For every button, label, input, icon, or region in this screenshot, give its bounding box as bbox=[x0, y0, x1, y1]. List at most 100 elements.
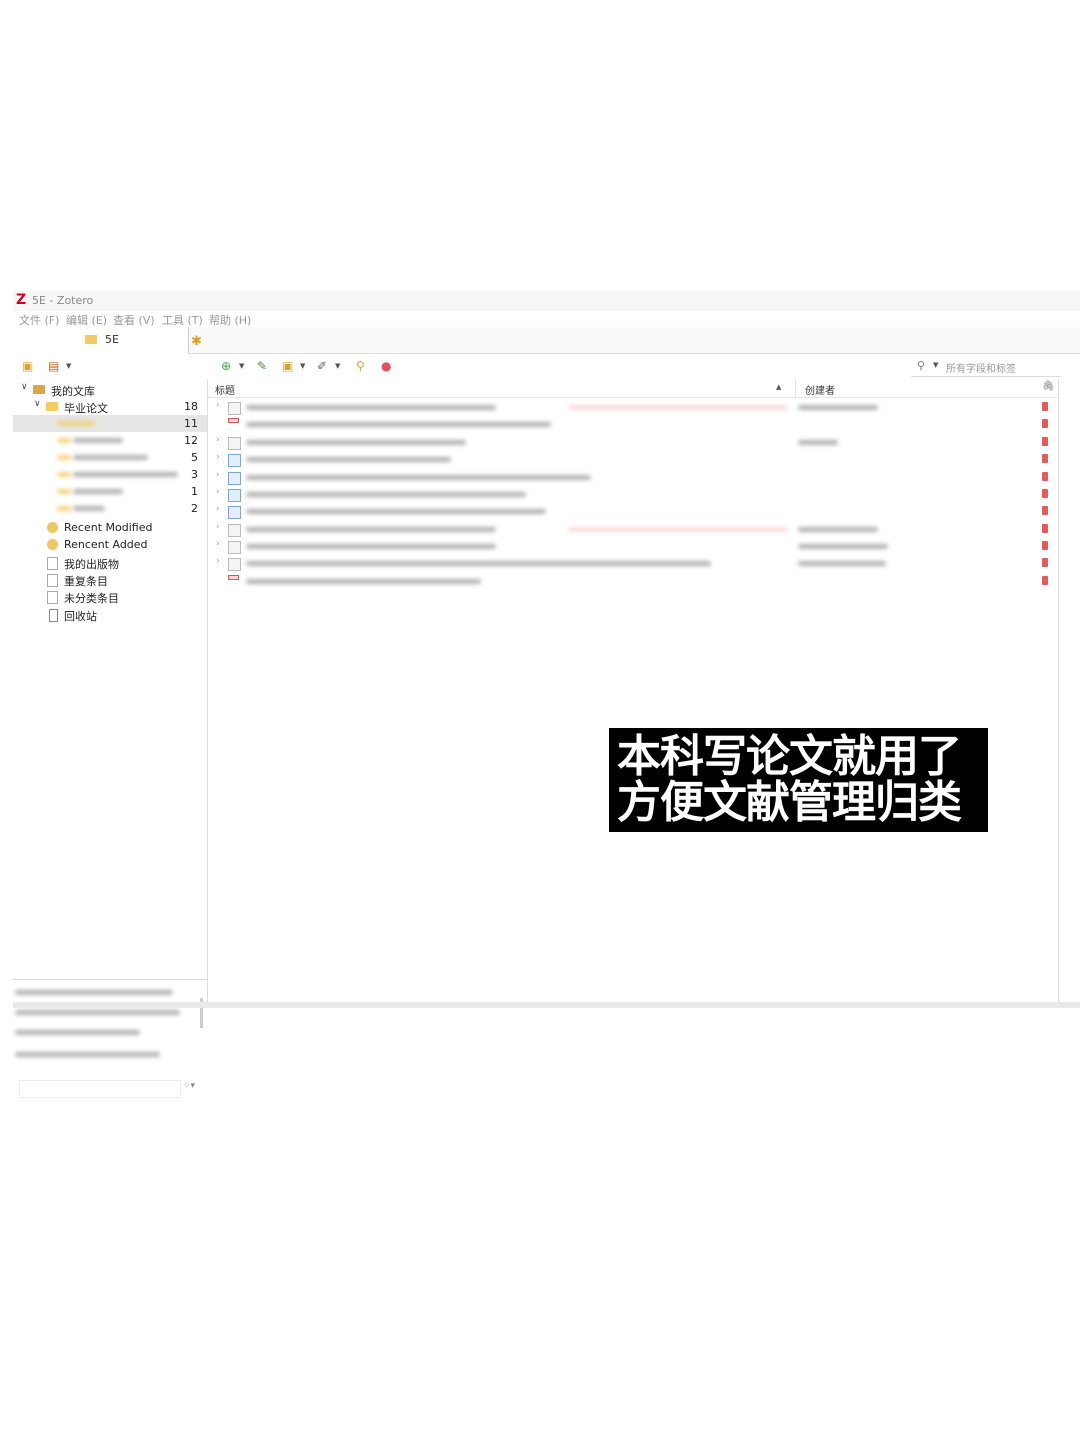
collections-pane: ∨ 我的文库 ∨ 毕业论文 18 11 12 5 3 1 2 Recent Mo… bbox=[13, 379, 208, 1098]
tree-item-label: 未分类条目 bbox=[64, 592, 119, 605]
item-count: 2 bbox=[191, 502, 198, 515]
chevron-down-icon[interactable]: ▼ bbox=[933, 361, 938, 369]
tree-item-my-publications[interactable]: 我的出版物 bbox=[13, 554, 207, 571]
document-icon bbox=[47, 557, 58, 570]
tag-actions-icon[interactable]: ⁘▾ bbox=[183, 1081, 195, 1091]
tag[interactable] bbox=[15, 990, 173, 995]
add-by-identifier-icon[interactable]: ✎ bbox=[257, 360, 267, 372]
pdf-icon[interactable] bbox=[1042, 541, 1048, 550]
item-type-icon bbox=[228, 506, 241, 519]
tree-item-recent-modified[interactable]: Recent Modified bbox=[13, 519, 207, 536]
menu-tools[interactable]: 工具 (T) bbox=[162, 312, 203, 328]
item-type-icon bbox=[228, 454, 241, 467]
menu-edit[interactable]: 编辑 (E) bbox=[66, 312, 107, 328]
tree-item-subcollection[interactable]: 12 bbox=[13, 432, 207, 449]
item-type-icon bbox=[228, 418, 239, 423]
tag[interactable] bbox=[15, 1030, 140, 1035]
item-title bbox=[246, 527, 496, 532]
table-row[interactable] bbox=[208, 573, 1058, 590]
pdf-icon[interactable] bbox=[1042, 558, 1048, 567]
chevron-right-icon[interactable]: › bbox=[216, 556, 220, 566]
pdf-icon[interactable] bbox=[1042, 524, 1048, 533]
tree-item-label: Recent Modified bbox=[64, 521, 153, 534]
chevron-right-icon[interactable]: › bbox=[216, 452, 220, 462]
column-divider[interactable] bbox=[795, 379, 796, 397]
table-row[interactable]: › bbox=[208, 503, 1058, 520]
search-box[interactable]: ⚲ ▼ 所有字段和标签 bbox=[911, 356, 1061, 377]
pane-divider[interactable] bbox=[1058, 379, 1059, 1003]
table-row[interactable]: › bbox=[208, 434, 1058, 451]
pdf-icon[interactable] bbox=[1042, 472, 1048, 481]
table-row[interactable]: › bbox=[208, 451, 1058, 468]
new-library-icon[interactable]: ▤ bbox=[48, 360, 59, 372]
tree-item-subcollection[interactable]: 3 bbox=[13, 466, 207, 483]
pdf-icon[interactable] bbox=[1042, 506, 1048, 515]
pdf-icon[interactable] bbox=[1042, 576, 1048, 585]
tag[interactable] bbox=[15, 1010, 180, 1015]
chevron-right-icon[interactable]: › bbox=[216, 504, 220, 514]
pdf-icon[interactable] bbox=[1042, 489, 1048, 498]
tag[interactable] bbox=[15, 1052, 160, 1057]
column-title[interactable]: 标题 bbox=[215, 382, 235, 397]
table-row[interactable]: › bbox=[208, 486, 1058, 503]
table-row[interactable]: › bbox=[208, 399, 1058, 416]
zotero-logo-icon: Z bbox=[16, 292, 27, 308]
chevron-right-icon[interactable]: › bbox=[216, 400, 220, 410]
tree-item-recent-added[interactable]: Rencent Added bbox=[13, 536, 207, 553]
tag-filter-input[interactable] bbox=[19, 1080, 181, 1098]
tree-item-my-library[interactable]: ∨ 我的文库 bbox=[13, 381, 207, 398]
new-item-icon[interactable]: ⊕ bbox=[221, 360, 231, 372]
pdf-icon[interactable] bbox=[1042, 454, 1048, 463]
locate-icon[interactable]: ● bbox=[381, 360, 391, 372]
table-row[interactable]: › bbox=[208, 555, 1058, 572]
chevron-down-icon[interactable]: ▼ bbox=[335, 362, 340, 370]
chevron-right-icon[interactable]: › bbox=[216, 435, 220, 445]
chevron-right-icon[interactable]: › bbox=[216, 539, 220, 549]
tree-item-subcollection[interactable]: 5 bbox=[13, 449, 207, 466]
chevron-down-icon[interactable]: ∨ bbox=[34, 399, 41, 409]
table-row[interactable]: › bbox=[208, 538, 1058, 555]
chevron-right-icon[interactable]: › bbox=[216, 470, 220, 480]
new-note-icon[interactable]: ▣ bbox=[282, 360, 293, 372]
blurred-label bbox=[57, 421, 95, 426]
table-row[interactable]: › bbox=[208, 469, 1058, 486]
chevron-down-icon[interactable]: ▼ bbox=[300, 362, 305, 370]
chevron-right-icon[interactable]: › bbox=[216, 487, 220, 497]
item-count: 12 bbox=[184, 434, 198, 447]
menu-help[interactable]: 帮助 (H) bbox=[209, 312, 251, 328]
search-mode-placeholder: 所有字段和标签 bbox=[946, 364, 1016, 375]
tree-item-unfiled[interactable]: 未分类条目 bbox=[13, 588, 207, 605]
attachment-column-icon[interactable]: 🖇 bbox=[1042, 381, 1055, 392]
tree-item-subcollection[interactable]: 2 bbox=[13, 500, 207, 517]
title-bar: Z 5E - Zotero bbox=[13, 291, 1080, 311]
menu-file[interactable]: 文件 (F) bbox=[19, 312, 59, 328]
new-tab-star-icon[interactable]: ✱ bbox=[191, 334, 202, 349]
tree-item-subcollection[interactable]: 11 bbox=[13, 415, 207, 432]
tab-library[interactable]: 5E bbox=[13, 327, 189, 355]
pdf-icon[interactable] bbox=[1042, 437, 1048, 446]
column-creator[interactable]: 创建者 bbox=[805, 382, 835, 397]
attachment-icon[interactable]: ✐ bbox=[317, 360, 327, 372]
item-count: 1 bbox=[191, 485, 198, 498]
search-icon: ⚲ bbox=[917, 359, 926, 372]
zotero-window: Z 5E - Zotero 文件 (F) 编辑 (E) 查看 (V) 工具 (T… bbox=[13, 291, 1080, 1098]
caption-line-1: 本科写论文就用了 bbox=[617, 731, 962, 782]
item-title bbox=[246, 561, 711, 566]
pdf-icon[interactable] bbox=[1042, 419, 1048, 428]
tree-item-thesis[interactable]: ∨ 毕业论文 18 bbox=[13, 398, 207, 415]
tree-item-label: 回收站 bbox=[64, 610, 97, 623]
tree-item-subcollection[interactable]: 1 bbox=[13, 483, 207, 500]
tree-item-duplicates[interactable]: 重复条目 bbox=[13, 571, 207, 588]
pdf-icon[interactable] bbox=[1042, 402, 1048, 411]
chevron-down-icon[interactable]: ∨ bbox=[21, 382, 28, 392]
table-row[interactable]: › bbox=[208, 521, 1058, 538]
item-title bbox=[246, 422, 551, 427]
tree-item-trash[interactable]: 回收站 bbox=[13, 606, 207, 623]
chevron-right-icon[interactable]: › bbox=[216, 522, 220, 532]
new-collection-icon[interactable]: ▣ bbox=[22, 360, 33, 372]
menu-view[interactable]: 查看 (V) bbox=[113, 312, 155, 328]
advanced-search-icon[interactable]: ⚲ bbox=[356, 360, 365, 372]
chevron-down-icon[interactable]: ▼ bbox=[66, 362, 71, 370]
table-row[interactable] bbox=[208, 416, 1058, 433]
chevron-down-icon[interactable]: ▼ bbox=[239, 362, 244, 370]
